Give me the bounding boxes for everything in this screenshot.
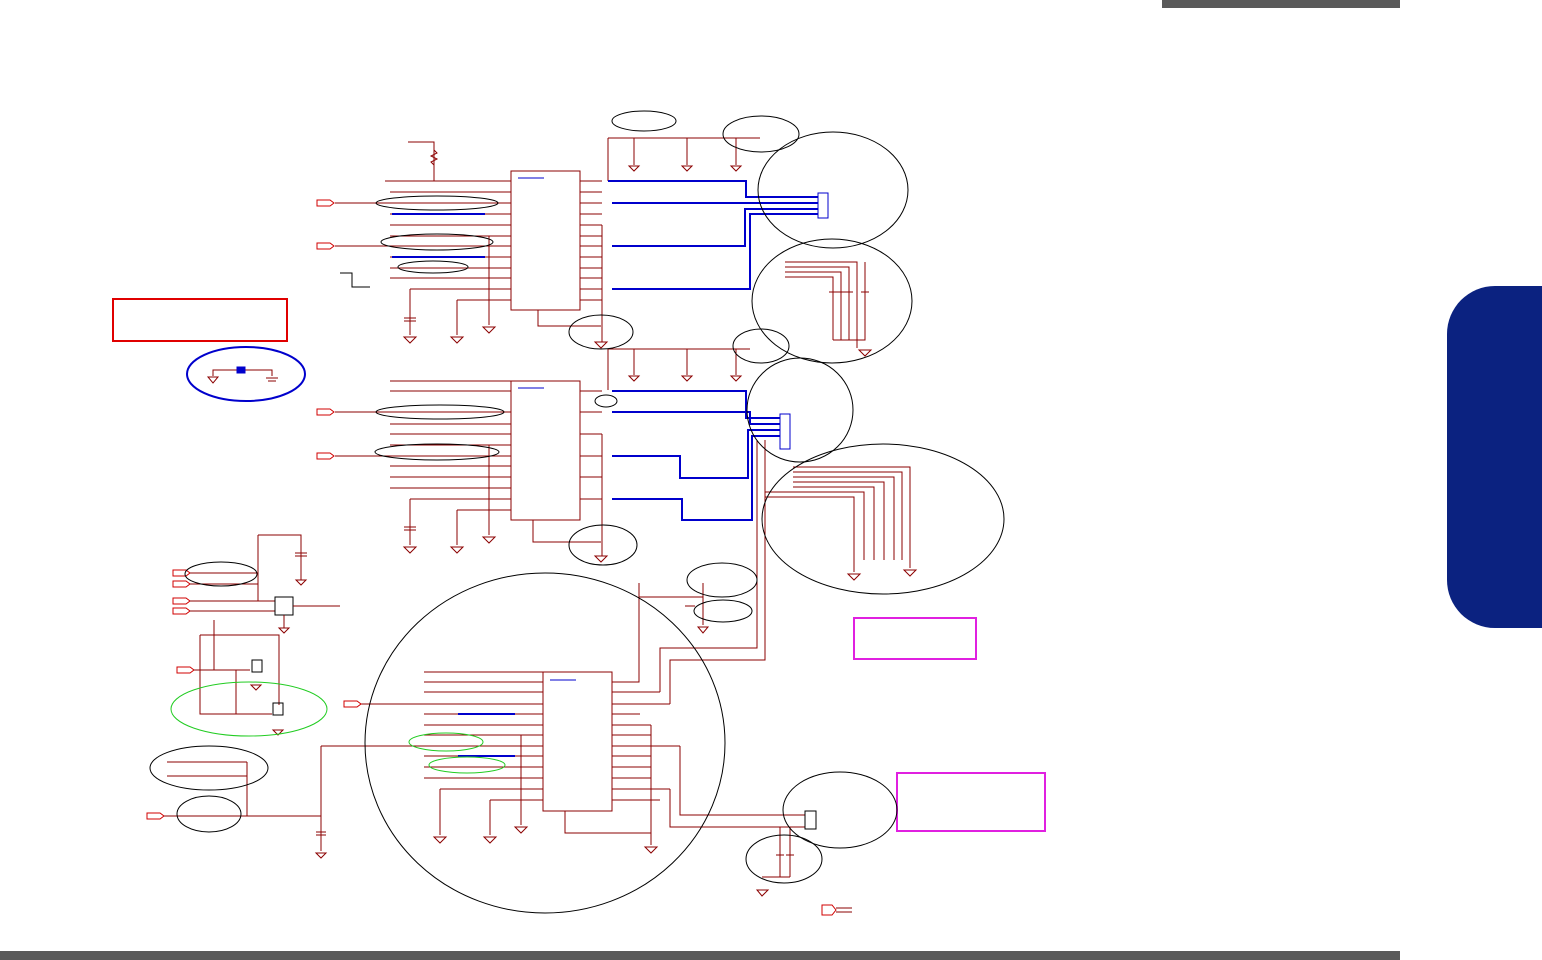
upper-ic [510, 170, 581, 311]
annotation-circle [568, 524, 638, 566]
annotation-circle [568, 314, 634, 350]
highlight-green [428, 756, 506, 774]
annotation-circle [149, 745, 269, 791]
annotation-circle [184, 561, 258, 587]
annotation-circle [686, 562, 758, 598]
annotation-circle [611, 110, 677, 132]
lower-ic [542, 671, 613, 812]
annotation-circle [397, 260, 469, 274]
annotation-circle [782, 771, 898, 849]
annotation-circle [374, 443, 500, 461]
annotation-circle [746, 357, 854, 463]
schematic-canvas [146, 110, 1005, 916]
annotation-circle [732, 328, 790, 364]
annotation-circle [176, 795, 242, 833]
highlight-green [170, 681, 328, 737]
annotation-circle [594, 394, 618, 408]
footer-bar [0, 951, 1400, 960]
upper-connector [817, 192, 829, 219]
middle-connector [779, 413, 791, 450]
annotation-circle [722, 115, 800, 153]
highlight-green [408, 732, 484, 752]
middle-ic [510, 380, 581, 521]
annotation-circle [364, 572, 726, 914]
highlight-blue [186, 346, 306, 402]
annotation-circle [745, 834, 823, 884]
annotation-circle [751, 238, 913, 364]
lower-connector [804, 810, 817, 830]
